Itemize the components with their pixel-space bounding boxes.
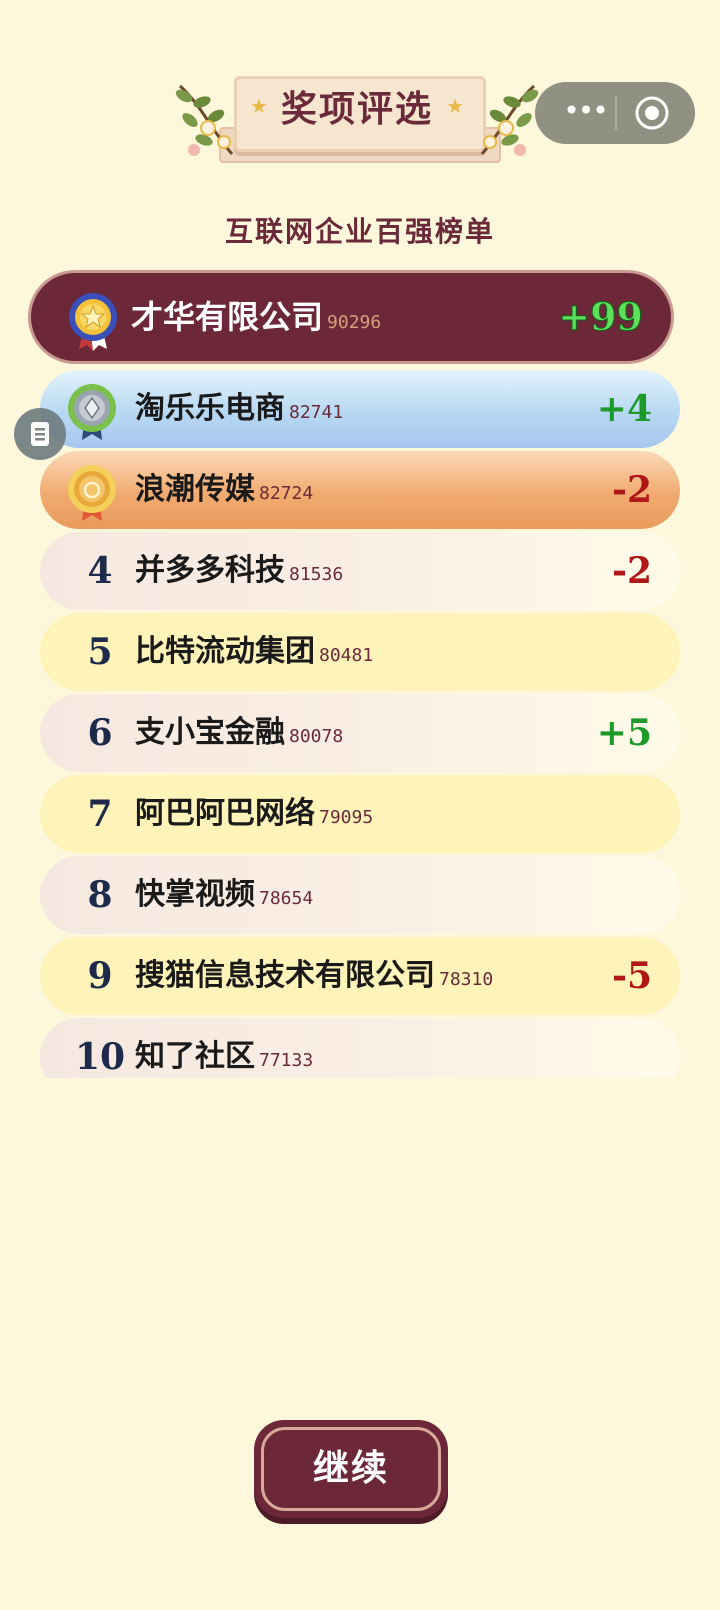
company-score: 80078 xyxy=(289,726,344,747)
rank-change: -5 xyxy=(612,955,652,997)
company-score: 90296 xyxy=(327,312,382,333)
ranking-row-4[interactable]: 4 并多多科技 81536 -2 xyxy=(40,532,680,610)
company-name: 支小宝金融 80078 xyxy=(135,715,344,750)
ranking-row-5[interactable]: 5 比特流动集团 80481 xyxy=(40,613,680,691)
rank-number: 10 xyxy=(74,1036,126,1078)
ranking-row-7[interactable]: 7 阿巴阿巴网络 79095 xyxy=(40,775,680,853)
company-score: 79095 xyxy=(319,807,374,828)
ranking-row-10[interactable]: 10 知了社区 77133 xyxy=(40,1018,680,1078)
company-name: 才华有限公司 90296 xyxy=(131,298,382,336)
company-name: 快掌视频 78654 xyxy=(135,877,314,912)
side-document-button[interactable] xyxy=(14,408,66,460)
rank-number: 8 xyxy=(87,874,113,916)
rank-change: +99 xyxy=(558,294,644,340)
rank-change: -2 xyxy=(612,550,652,592)
company-score: 77133 xyxy=(259,1050,314,1071)
company-name: 浪潮传媒 82724 xyxy=(135,472,314,507)
company-name: 并多多科技 81536 xyxy=(135,553,344,588)
company-name: 搜猫信息技术有限公司 78310 xyxy=(135,958,494,993)
document-icon xyxy=(31,422,49,446)
rank-change: +5 xyxy=(596,712,652,754)
company-name: 比特流动集团 80481 xyxy=(135,634,374,669)
continue-label: 继续 xyxy=(261,1427,441,1511)
ranking-row-2[interactable]: 淘乐乐电商 82741 +4 xyxy=(40,370,680,448)
ranking-row-6[interactable]: 6 支小宝金融 80078 +5 xyxy=(40,694,680,772)
company-score: 78310 xyxy=(439,969,494,990)
silver-medal-icon xyxy=(68,384,116,440)
company-score: 80481 xyxy=(319,645,374,666)
company-name: 阿巴阿巴网络 79095 xyxy=(135,796,374,831)
rank-number: 5 xyxy=(87,631,113,673)
company-score: 78654 xyxy=(259,888,314,909)
rank-number: 4 xyxy=(87,550,113,592)
ranking-row-8[interactable]: 8 快掌视频 78654 xyxy=(40,856,680,934)
rank-number: 9 xyxy=(87,955,113,997)
continue-button[interactable]: 继续 xyxy=(254,1420,448,1518)
rank-change: +4 xyxy=(596,388,652,430)
rank-change: -2 xyxy=(612,469,652,511)
company-name: 淘乐乐电商 82741 xyxy=(135,391,344,426)
ranking-row-1[interactable]: 才华有限公司 90296 +99 xyxy=(28,270,674,364)
company-score: 82741 xyxy=(289,402,344,423)
gold-star-medal-icon xyxy=(69,293,117,351)
ranking-list: 才华有限公司 90296 +99 淘乐乐电商 82741 +4 浪潮传媒 82724 … xyxy=(0,0,720,1078)
company-name: 知了社区 77133 xyxy=(135,1039,314,1074)
bronze-medal-icon xyxy=(68,465,116,521)
rank-number: 6 xyxy=(87,712,113,754)
ranking-row-3[interactable]: 浪潮传媒 82724 -2 xyxy=(40,451,680,529)
rank-number: 7 xyxy=(87,793,113,835)
ranking-row-9[interactable]: 9 搜猫信息技术有限公司 78310 -5 xyxy=(40,937,680,1015)
company-score: 82724 xyxy=(259,483,314,504)
company-score: 81536 xyxy=(289,564,344,585)
